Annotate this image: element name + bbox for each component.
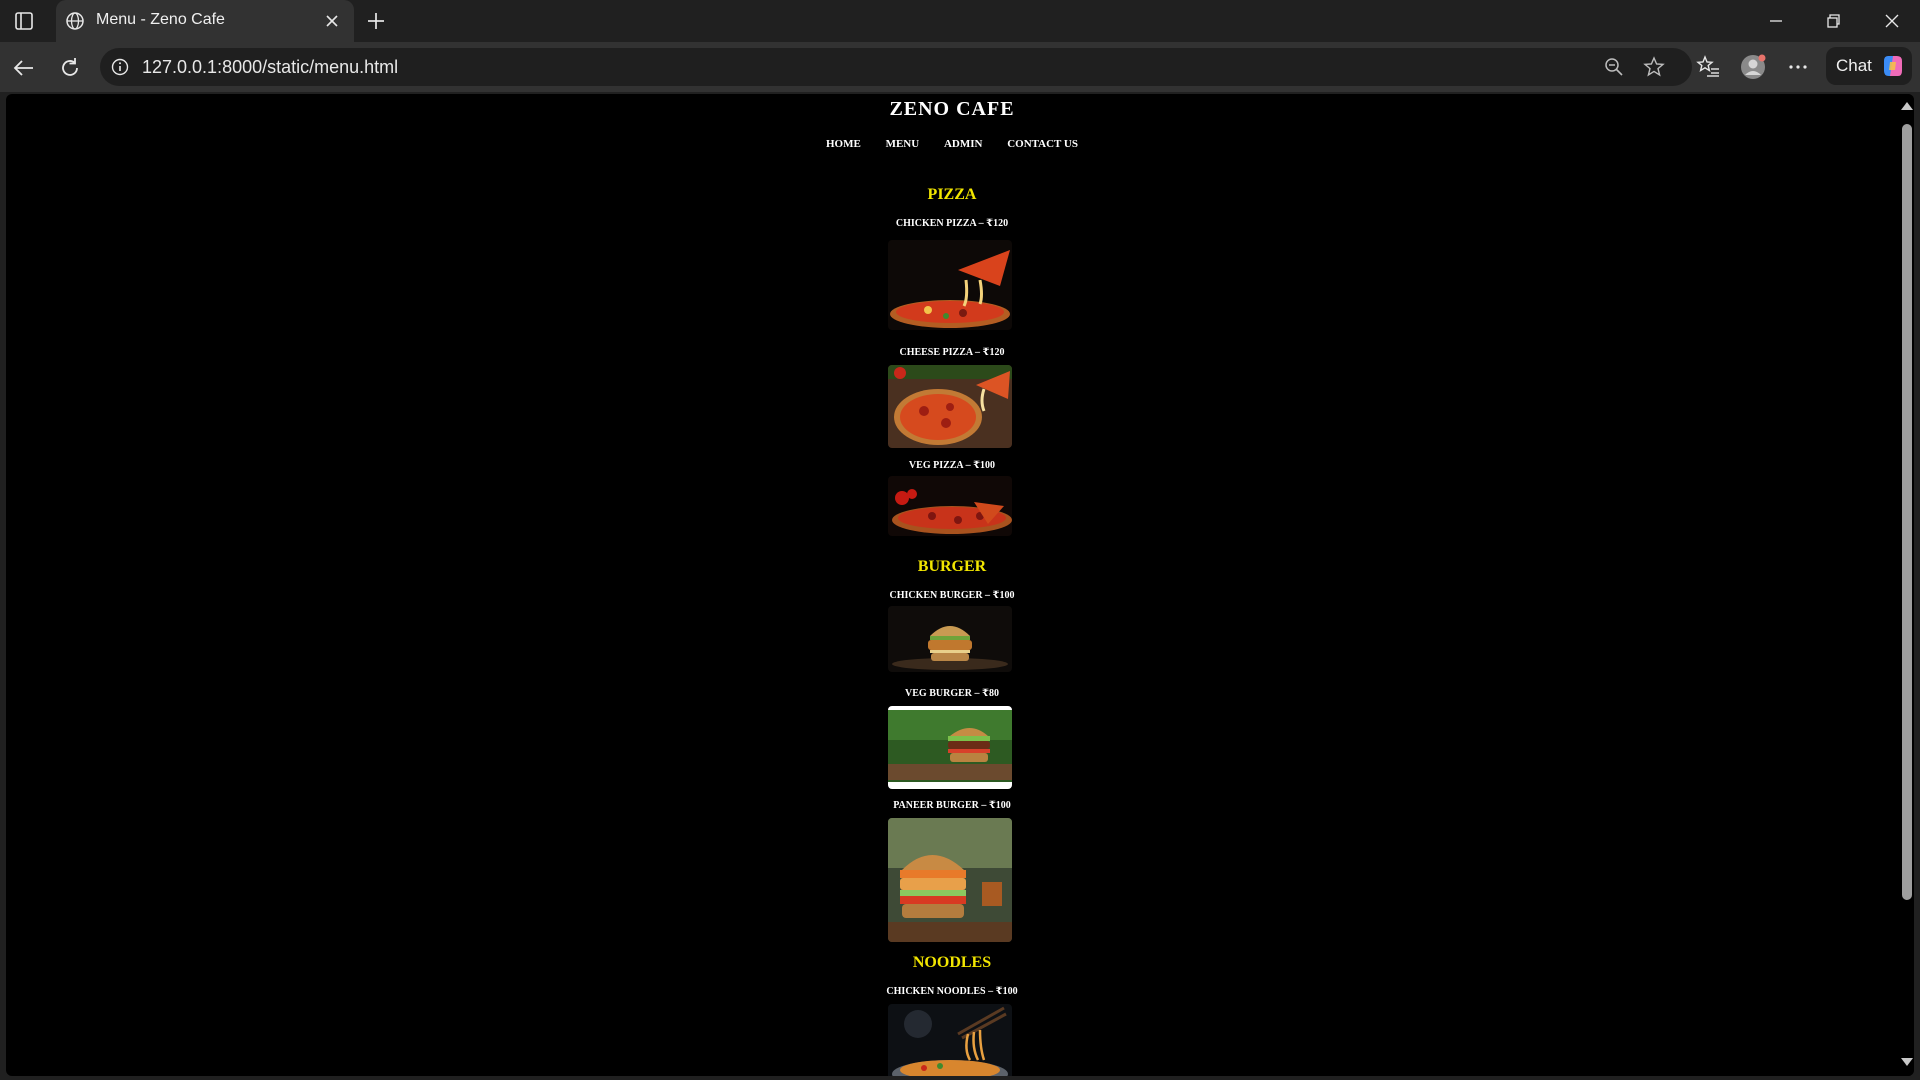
favorites-list-icon[interactable] — [1696, 54, 1722, 80]
cheese-pizza-image — [888, 365, 1012, 448]
site-info-icon[interactable] — [110, 57, 130, 77]
nav-contact-link[interactable]: CONTACT US — [1007, 138, 1078, 150]
item-label-veg-burger: VEG BURGER – ₹80 — [905, 688, 999, 699]
profile-avatar-icon[interactable] — [1740, 54, 1766, 80]
section-title-noodles: NOODLES — [912, 954, 992, 971]
copilot-icon — [1884, 56, 1902, 76]
zoom-out-icon[interactable] — [1603, 56, 1625, 78]
chicken-burger-image — [888, 606, 1012, 672]
item-label-veg-pizza: VEG PIZZA – ₹100 — [908, 460, 996, 471]
back-icon[interactable] — [11, 55, 37, 81]
scroll-down-arrow-icon[interactable] — [1901, 1058, 1913, 1066]
chat-button[interactable]: Chat — [1826, 47, 1912, 85]
site-nav: HOME MENU ADMIN CONTACT US — [6, 138, 1898, 150]
veg-burger-image — [888, 706, 1012, 789]
active-tab[interactable]: Menu - Zeno Cafe — [56, 0, 354, 42]
scroll-up-arrow-icon[interactable] — [1901, 102, 1913, 110]
browser-toolbar: 127.0.0.1:8000/static/menu.html Chat — [0, 42, 1920, 92]
chicken-noodles-image — [888, 1004, 1012, 1076]
nav-home-link[interactable]: HOME — [826, 138, 861, 150]
item-label-paneer-burger: PANEER BURGER – ₹100 — [893, 800, 1011, 811]
tab-bar: Menu - Zeno Cafe — [0, 0, 1920, 42]
restore-icon[interactable] — [1821, 9, 1845, 33]
globe-icon — [66, 12, 84, 30]
section-title-pizza: PIZZA — [927, 186, 977, 203]
tab-title: Menu - Zeno Cafe — [96, 11, 225, 28]
paneer-burger-image — [888, 818, 1012, 942]
site-title: ZENO CAFE — [889, 98, 1015, 120]
close-window-icon[interactable] — [1880, 9, 1904, 33]
minimize-icon[interactable] — [1764, 9, 1788, 33]
veg-pizza-image — [888, 476, 1012, 536]
scroll-thumb[interactable] — [1902, 124, 1912, 900]
favorite-star-icon[interactable] — [1643, 56, 1665, 78]
item-label-cheese-pizza: CHEESE PIZZA – ₹120 — [899, 347, 1005, 358]
nav-menu-link[interactable]: MENU — [886, 138, 920, 150]
chicken-pizza-image — [888, 240, 1012, 330]
close-tab-icon[interactable] — [322, 11, 342, 31]
refresh-icon[interactable] — [57, 55, 83, 81]
page-scrollbar[interactable] — [1898, 94, 1914, 1076]
chat-label: Chat — [1836, 56, 1872, 75]
url-text[interactable]: 127.0.0.1:8000/static/menu.html — [142, 57, 398, 78]
address-bar[interactable]: 127.0.0.1:8000/static/menu.html — [100, 48, 1692, 86]
item-label-chicken-burger: CHICKEN BURGER – ₹100 — [889, 590, 1015, 601]
page-viewport: ZENO CAFE HOME MENU ADMIN CONTACT US PIZ… — [6, 94, 1914, 1076]
tab-actions-icon[interactable] — [12, 9, 36, 33]
new-tab-icon[interactable] — [364, 9, 388, 33]
item-label-chicken-pizza: CHICKEN PIZZA – ₹120 — [895, 218, 1009, 229]
item-label-chicken-noodles: CHICKEN NOODLES – ₹100 — [886, 986, 1018, 997]
more-options-icon[interactable] — [1785, 54, 1811, 80]
nav-admin-link[interactable]: ADMIN — [944, 138, 983, 150]
section-title-burger: BURGER — [917, 558, 987, 575]
